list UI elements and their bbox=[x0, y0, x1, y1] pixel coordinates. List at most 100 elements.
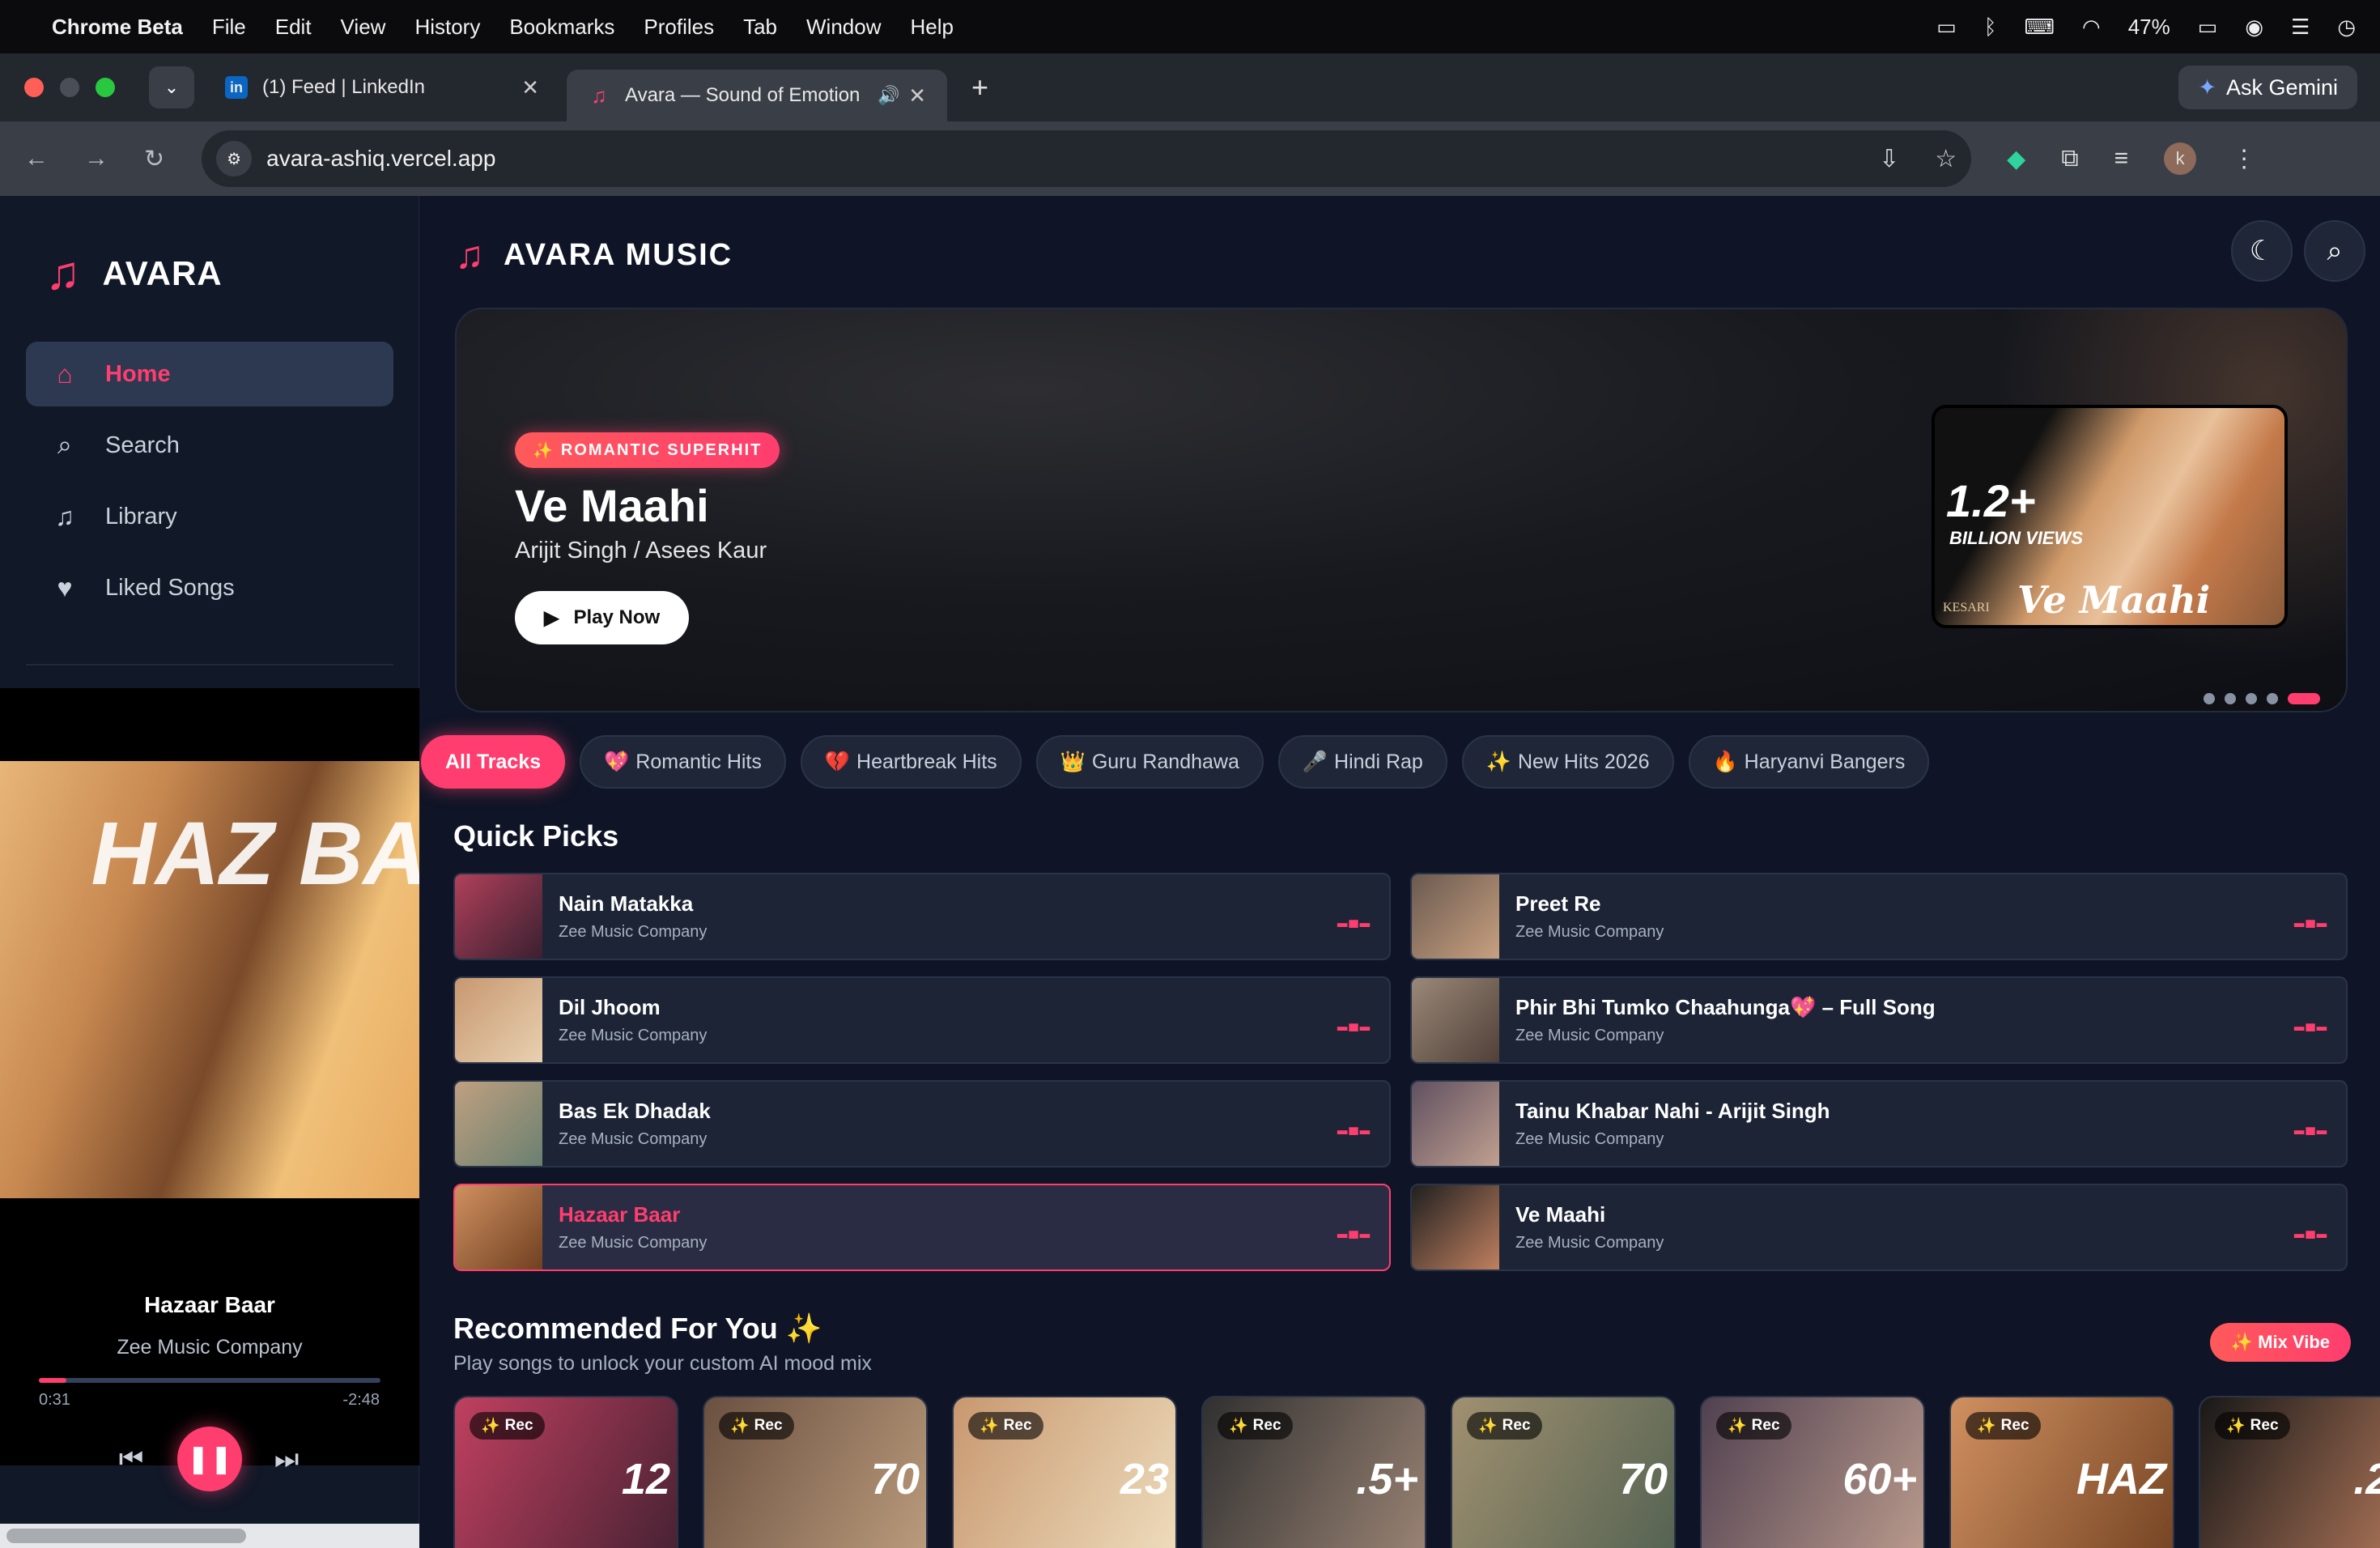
quick-pick-item[interactable]: Nain Matakka Zee Music Company ▂▄▂ bbox=[453, 873, 1391, 960]
recommended-card[interactable]: ✨Rec .2+ bbox=[2199, 1396, 2380, 1548]
battery-icon[interactable]: ▭ bbox=[2198, 15, 2218, 40]
menu-file[interactable]: File bbox=[212, 15, 246, 40]
url-text[interactable]: avara-ashiq.vercel.app bbox=[266, 146, 495, 172]
card-artwork-text: .2+ bbox=[2353, 1455, 2380, 1503]
menu-profiles[interactable]: Profiles bbox=[644, 15, 714, 40]
new-tab-button[interactable]: + bbox=[971, 70, 988, 104]
menu-view[interactable]: View bbox=[341, 15, 386, 40]
wifi-icon[interactable]: ◠ bbox=[2082, 15, 2101, 40]
sidebar-item-home[interactable]: ⌂ Home bbox=[26, 342, 393, 406]
close-window-button[interactable] bbox=[24, 78, 44, 97]
sidebar-item-search[interactable]: ⌕ Search bbox=[26, 413, 393, 478]
menu-history[interactable]: History bbox=[414, 15, 480, 40]
quick-pick-item[interactable]: Phir Bhi Tumko Chaahunga💖 – Full Song Zee… bbox=[1410, 976, 2348, 1064]
home-icon: ⌂ bbox=[57, 359, 73, 389]
menu-help[interactable]: Help bbox=[911, 15, 954, 40]
carousel-dot[interactable] bbox=[2204, 693, 2215, 704]
next-track-button[interactable]: ⏭ bbox=[262, 1427, 311, 1491]
profile-avatar[interactable]: k bbox=[2164, 142, 2197, 175]
tab-search-button[interactable]: ⌄ bbox=[149, 66, 194, 108]
minimize-window-button[interactable] bbox=[60, 78, 79, 97]
menu-chrome-beta[interactable]: Chrome Beta bbox=[52, 15, 183, 40]
recommended-card[interactable]: ✨ Rec .5+ bbox=[1201, 1396, 1426, 1548]
quick-pick-item[interactable]: Bas Ek Dhadak Zee Music Company ▂▄▂ bbox=[453, 1080, 1391, 1167]
recommended-card[interactable]: ✨ Rec 70 bbox=[703, 1396, 928, 1548]
progress-bar[interactable] bbox=[39, 1378, 380, 1383]
chip-romantic-hits[interactable]: 💖 Romantic Hits bbox=[580, 735, 786, 789]
poster-film: KESARI bbox=[1943, 601, 1990, 615]
quick-pick-item[interactable]: Ve Maahi Zee Music Company ▂▄▂ bbox=[1410, 1184, 2348, 1271]
rec-badge: ✨ Rec bbox=[719, 1412, 794, 1440]
bluetooth-icon[interactable]: ᛒ bbox=[1984, 15, 1997, 40]
main-content: ♫ AVARA MUSIC ☾ ⌕ ✨ ROMANTIC SUPERHIT Ve… bbox=[419, 196, 2380, 1548]
reload-icon[interactable]: ↻ bbox=[144, 145, 164, 173]
recommended-card[interactable]: ✨ Rec 23 bbox=[952, 1396, 1177, 1548]
keyboard-icon[interactable]: ⌨ bbox=[2024, 15, 2055, 40]
close-tab-icon[interactable]: ✕ bbox=[908, 83, 926, 108]
pause-button[interactable]: ❚❚ bbox=[177, 1427, 242, 1491]
carousel-dot[interactable] bbox=[2246, 693, 2257, 704]
tab-title: Avara — Sound of Emotion bbox=[625, 84, 861, 106]
play-now-button[interactable]: ▶ Play Now bbox=[515, 591, 690, 644]
maximize-window-button[interactable] bbox=[96, 78, 115, 97]
theme-toggle-button[interactable]: ☾ bbox=[2231, 220, 2293, 282]
menu-edit[interactable]: Edit bbox=[275, 15, 312, 40]
chip-hindi-rap[interactable]: 🎤 Hindi Rap bbox=[1277, 735, 1447, 789]
quick-pick-item[interactable]: Hazaar Baar Zee Music Company ▂▄▂ bbox=[453, 1184, 1391, 1271]
sparkle-icon: ✨ bbox=[2226, 1418, 2246, 1435]
screen-mirror-icon[interactable]: ▭ bbox=[1936, 15, 1957, 40]
address-bar[interactable]: ⚙ avara-ashiq.vercel.app ⇩ ☆ bbox=[202, 130, 1972, 187]
sidebar-logo[interactable]: ♫ AVARA bbox=[45, 246, 223, 300]
mix-vibe-button[interactable]: ✨ Mix Vibe bbox=[2209, 1323, 2351, 1362]
sidebar-item-library[interactable]: ♫ Library bbox=[26, 484, 393, 549]
track-thumbnail bbox=[1412, 1082, 1499, 1166]
chip-guru-randhawa[interactable]: 👑 Guru Randhawa bbox=[1035, 735, 1264, 789]
carousel-dot[interactable] bbox=[2267, 693, 2278, 704]
sparkle-icon: ✨ bbox=[533, 441, 555, 460]
chip-all-tracks[interactable]: All Tracks bbox=[421, 735, 566, 789]
clock-icon[interactable]: ◷ bbox=[2337, 15, 2356, 40]
carousel-dot[interactable] bbox=[2225, 693, 2236, 704]
tab-title: (1) Feed | LinkedIn bbox=[262, 76, 426, 98]
extension-icon[interactable]: ◆ bbox=[2007, 145, 2025, 173]
chip-haryanvi-bangers[interactable]: 🔥 Haryanvi Bangers bbox=[1688, 735, 1930, 789]
recommended-card[interactable]: ✨ Rec 70 bbox=[1451, 1396, 1676, 1548]
chip-label: Hindi Rap bbox=[1334, 750, 1423, 773]
forward-arrow-icon[interactable]: → bbox=[84, 145, 108, 172]
media-controls-icon[interactable]: ≡ bbox=[2114, 145, 2129, 172]
back-arrow-icon[interactable]: ← bbox=[24, 145, 49, 172]
ask-gemini-button[interactable]: ✦ Ask Gemini bbox=[2178, 66, 2357, 109]
tab-avara[interactable]: ♫ Avara — Sound of Emotion 🔊 ✕ bbox=[567, 70, 947, 121]
menu-tab[interactable]: Tab bbox=[743, 15, 777, 40]
previous-track-button[interactable]: ⏮ bbox=[107, 1427, 155, 1491]
quick-pick-item[interactable]: Dil Jhoom Zee Music Company ▂▄▂ bbox=[453, 976, 1391, 1064]
chip-heartbreak-hits[interactable]: 💔 Heartbreak Hits bbox=[800, 735, 1022, 789]
track-title: Dil Jhoom bbox=[559, 995, 661, 1019]
menu-bookmarks[interactable]: Bookmarks bbox=[509, 15, 614, 40]
bookmark-star-icon[interactable]: ☆ bbox=[1935, 145, 1957, 173]
recommended-card[interactable]: ✨ Rec HAZ bbox=[1949, 1396, 2174, 1548]
carousel-dot[interactable] bbox=[2288, 693, 2320, 704]
extensions-puzzle-icon[interactable]: ⧉ bbox=[2061, 145, 2078, 172]
control-center-icon[interactable]: ☰ bbox=[2291, 15, 2310, 40]
horizontal-scrollbar[interactable] bbox=[0, 1524, 419, 1548]
install-app-icon[interactable]: ⇩ bbox=[1879, 145, 1899, 173]
chip-new-hits-2026[interactable]: ✨ New Hits 2026 bbox=[1461, 735, 1674, 789]
search-button[interactable]: ⌕ bbox=[2304, 220, 2365, 282]
quick-pick-item[interactable]: Tainu Khabar Nahi - Arijit Singh Zee Musi… bbox=[1410, 1080, 2348, 1167]
chip-label: New Hits 2026 bbox=[1517, 750, 1650, 773]
tab-linkedin[interactable]: in (1) Feed | LinkedIn ✕ bbox=[204, 62, 560, 113]
user-icon[interactable]: ◉ bbox=[2245, 15, 2263, 40]
more-menu-icon[interactable]: ⋮ bbox=[2232, 145, 2256, 173]
speaker-icon[interactable]: 🔊 bbox=[878, 85, 899, 106]
recommended-card[interactable]: ✨ Rec 60+ bbox=[1700, 1396, 1925, 1548]
quick-pick-item[interactable]: Preet Re Zee Music Company ▂▄▂ bbox=[1410, 873, 2348, 960]
recommended-card[interactable]: ✨ Rec 12 bbox=[453, 1396, 678, 1548]
sidebar-item-label: Search bbox=[105, 432, 180, 458]
scrollbar-thumb[interactable] bbox=[6, 1529, 246, 1543]
hero-poster[interactable]: 1.2+ BILLION VIEWS KESARI Ve Maahi bbox=[1932, 405, 2288, 628]
close-tab-icon[interactable]: ✕ bbox=[521, 75, 539, 100]
sidebar-item-liked-songs[interactable]: ♥ Liked Songs bbox=[26, 555, 393, 620]
site-info-icon[interactable]: ⚙ bbox=[216, 141, 253, 176]
menu-window[interactable]: Window bbox=[806, 15, 881, 40]
